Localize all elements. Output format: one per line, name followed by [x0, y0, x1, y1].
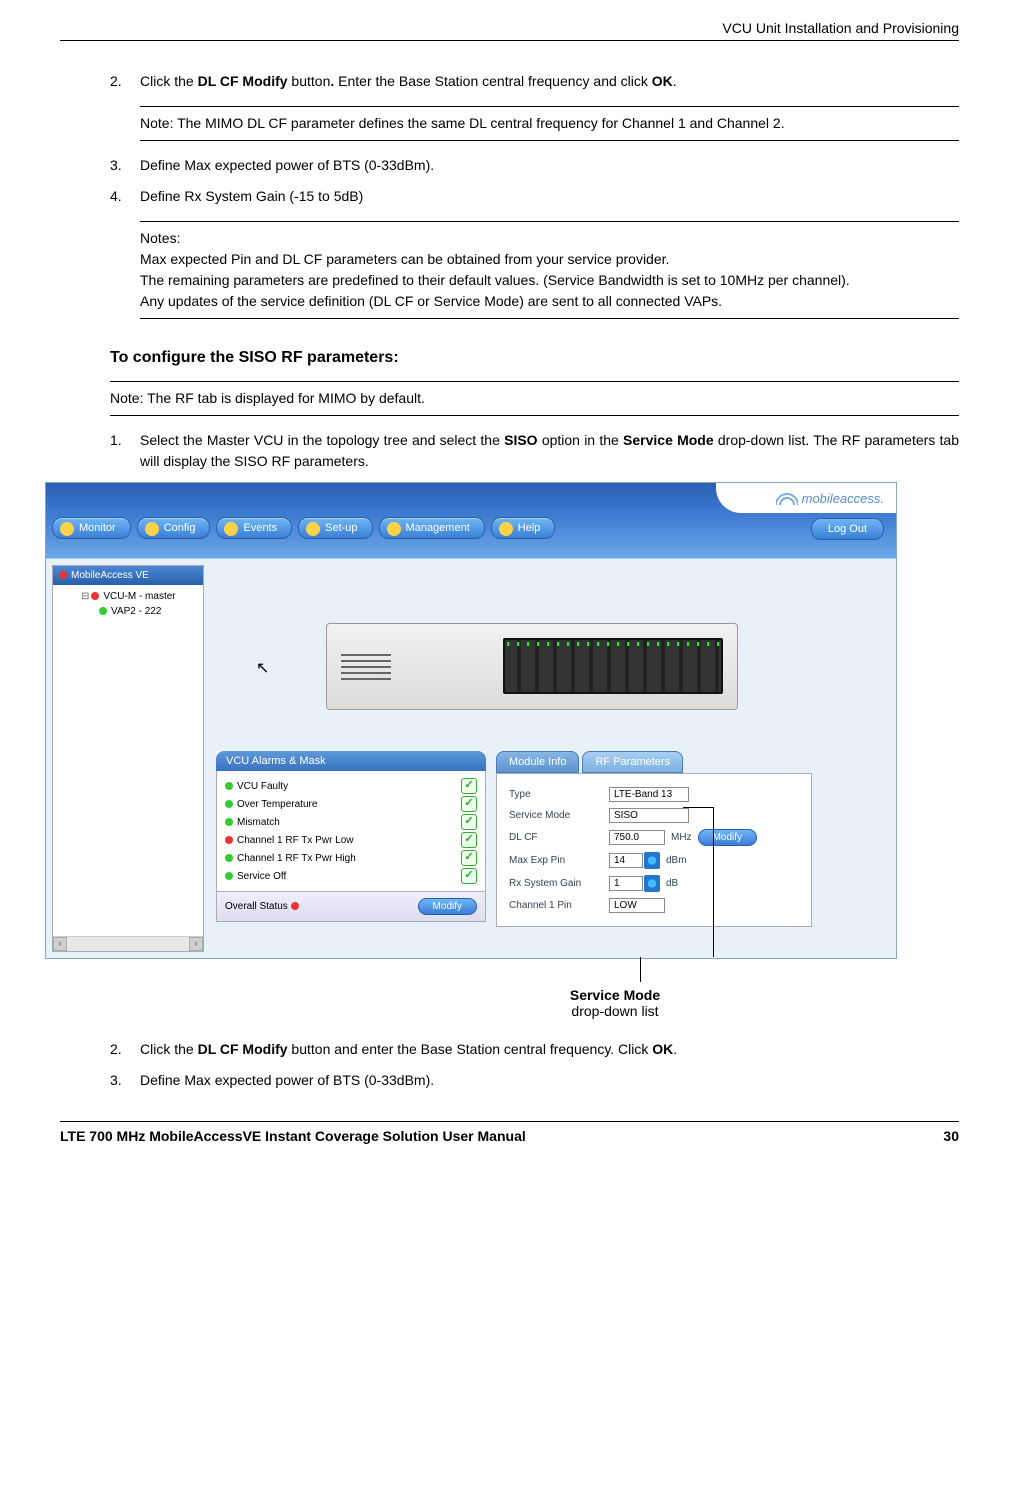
rf-ch1pin-label: Channel 1 Pin	[509, 900, 609, 911]
alarms-panel: VCU Alarms & Mask VCU Faulty✓ Over Tempe…	[216, 751, 486, 922]
rf-parameters-panel: Type Service Mode DL CFMHzModify Max Exp…	[496, 773, 812, 927]
maxpin-input[interactable]	[609, 853, 643, 868]
logout-button[interactable]: Log Out	[811, 518, 884, 540]
dlcf-input[interactable]	[609, 830, 665, 845]
ch1pin-value	[609, 898, 665, 913]
checkbox-icon[interactable]: ✓	[461, 796, 477, 812]
tree-node-vap[interactable]: VAP2 - 222	[59, 604, 203, 619]
tab-rf-parameters[interactable]: RF Parameters	[582, 751, 683, 773]
rxgain-input[interactable]	[609, 876, 643, 891]
rf-type-label: Type	[509, 789, 609, 800]
status-dot-icon	[291, 902, 299, 910]
stepper-icon[interactable]	[644, 875, 660, 892]
alarm-row: Service Off✓	[225, 867, 477, 885]
tab-config[interactable]: Config	[137, 517, 211, 539]
tab-module-info[interactable]: Module Info	[496, 751, 579, 773]
rf-tab-bar: Module Info RF Parameters	[496, 751, 683, 773]
alarm-row: VCU Faulty✓	[225, 777, 477, 795]
step-a3: 3. Define Max expected power of BTS (0-3…	[110, 155, 959, 176]
callout-line	[713, 807, 714, 957]
service-mode-dropdown[interactable]	[609, 808, 689, 823]
tree-header: MobileAccess VE	[53, 566, 203, 585]
status-dot-icon	[225, 782, 233, 790]
alarm-row: Over Temperature✓	[225, 795, 477, 813]
alarm-row: Channel 1 RF Tx Pwr Low✓	[225, 831, 477, 849]
tab-monitor[interactable]: Monitor	[52, 517, 131, 539]
page-number: 30	[943, 1128, 959, 1144]
rf-dlcf-label: DL CF	[509, 832, 609, 843]
tab-management[interactable]: Management	[379, 517, 485, 539]
step-a2: 2. Click the DL CF Modify button. Enter …	[110, 71, 959, 92]
rf-maxpin-label: Max Exp Pin	[509, 855, 609, 866]
checkbox-icon[interactable]: ✓	[461, 778, 477, 794]
rf-rxgain-label: Rx System Gain	[509, 878, 609, 889]
footer-title: LTE 700 MHz MobileAccessVE Instant Cover…	[60, 1128, 526, 1144]
app-screenshot: mobileaccess. Monitor Config Events Set-…	[45, 482, 897, 959]
checkbox-icon[interactable]: ✓	[461, 814, 477, 830]
alarm-row: Mismatch✓	[225, 813, 477, 831]
step-b1: 1. Select the Master VCU in the topology…	[110, 430, 959, 472]
tree-scrollbar[interactable]: ‹›	[53, 936, 203, 951]
checkbox-icon[interactable]: ✓	[461, 832, 477, 848]
callout-label: Service Mode drop-down list	[545, 987, 685, 1019]
tab-events[interactable]: Events	[216, 517, 292, 539]
status-dot-icon	[91, 592, 99, 600]
note-mimo-dlcf: Note: The MIMO DL CF parameter defines t…	[140, 106, 959, 141]
note-rf-default: Note: The RF tab is displayed for MIMO b…	[110, 381, 959, 416]
status-dot-icon	[225, 854, 233, 862]
checkbox-icon[interactable]: ✓	[461, 850, 477, 866]
cursor-icon: ↖	[256, 658, 269, 678]
alarms-modify-button[interactable]: Modify	[418, 898, 477, 915]
callout-line	[640, 957, 641, 982]
alarms-header: VCU Alarms & Mask	[216, 751, 486, 771]
step-b2: 2. Click the DL CF Modify button and ent…	[110, 1039, 959, 1060]
status-dot-icon	[99, 607, 107, 615]
checkbox-icon[interactable]: ✓	[461, 868, 477, 884]
top-nav: Monitor Config Events Set-up Management …	[52, 517, 555, 539]
status-dot-icon	[225, 872, 233, 880]
overall-status-bar: Overall Status Modify	[216, 892, 486, 922]
step-a4: 4. Define Rx System Gain (-15 to 5dB)	[110, 186, 959, 207]
dlcf-modify-button[interactable]: Modify	[698, 829, 757, 846]
tab-help[interactable]: Help	[491, 517, 556, 539]
step-b3: 3. Define Max expected power of BTS (0-3…	[110, 1070, 959, 1091]
callout-line	[683, 807, 714, 808]
alarm-row: Channel 1 RF Tx Pwr High✓	[225, 849, 477, 867]
topology-tree: MobileAccess VE ⊟VCU-M - master VAP2 - 2…	[52, 565, 204, 952]
scroll-right-icon[interactable]: ›	[189, 937, 203, 951]
tab-setup[interactable]: Set-up	[298, 517, 372, 539]
page-footer: LTE 700 MHz MobileAccessVE Instant Cover…	[60, 1121, 959, 1144]
scroll-left-icon[interactable]: ‹	[53, 937, 67, 951]
brand-logo: mobileaccess.	[716, 483, 896, 513]
status-dot-icon	[59, 571, 67, 579]
status-dot-icon	[225, 836, 233, 844]
status-dot-icon	[225, 800, 233, 808]
stepper-icon[interactable]	[644, 852, 660, 869]
section-heading: To configure the SISO RF parameters:	[110, 349, 959, 367]
status-dot-icon	[225, 818, 233, 826]
rf-type-value	[609, 787, 689, 802]
notes-block: Notes: Max expected Pin and DL CF parame…	[140, 221, 959, 319]
page-header-right: VCU Unit Installation and Provisioning	[60, 20, 959, 41]
device-image	[326, 623, 738, 710]
tree-node-vcu[interactable]: ⊟VCU-M - master	[59, 589, 203, 604]
rf-mode-label: Service Mode	[509, 810, 609, 821]
